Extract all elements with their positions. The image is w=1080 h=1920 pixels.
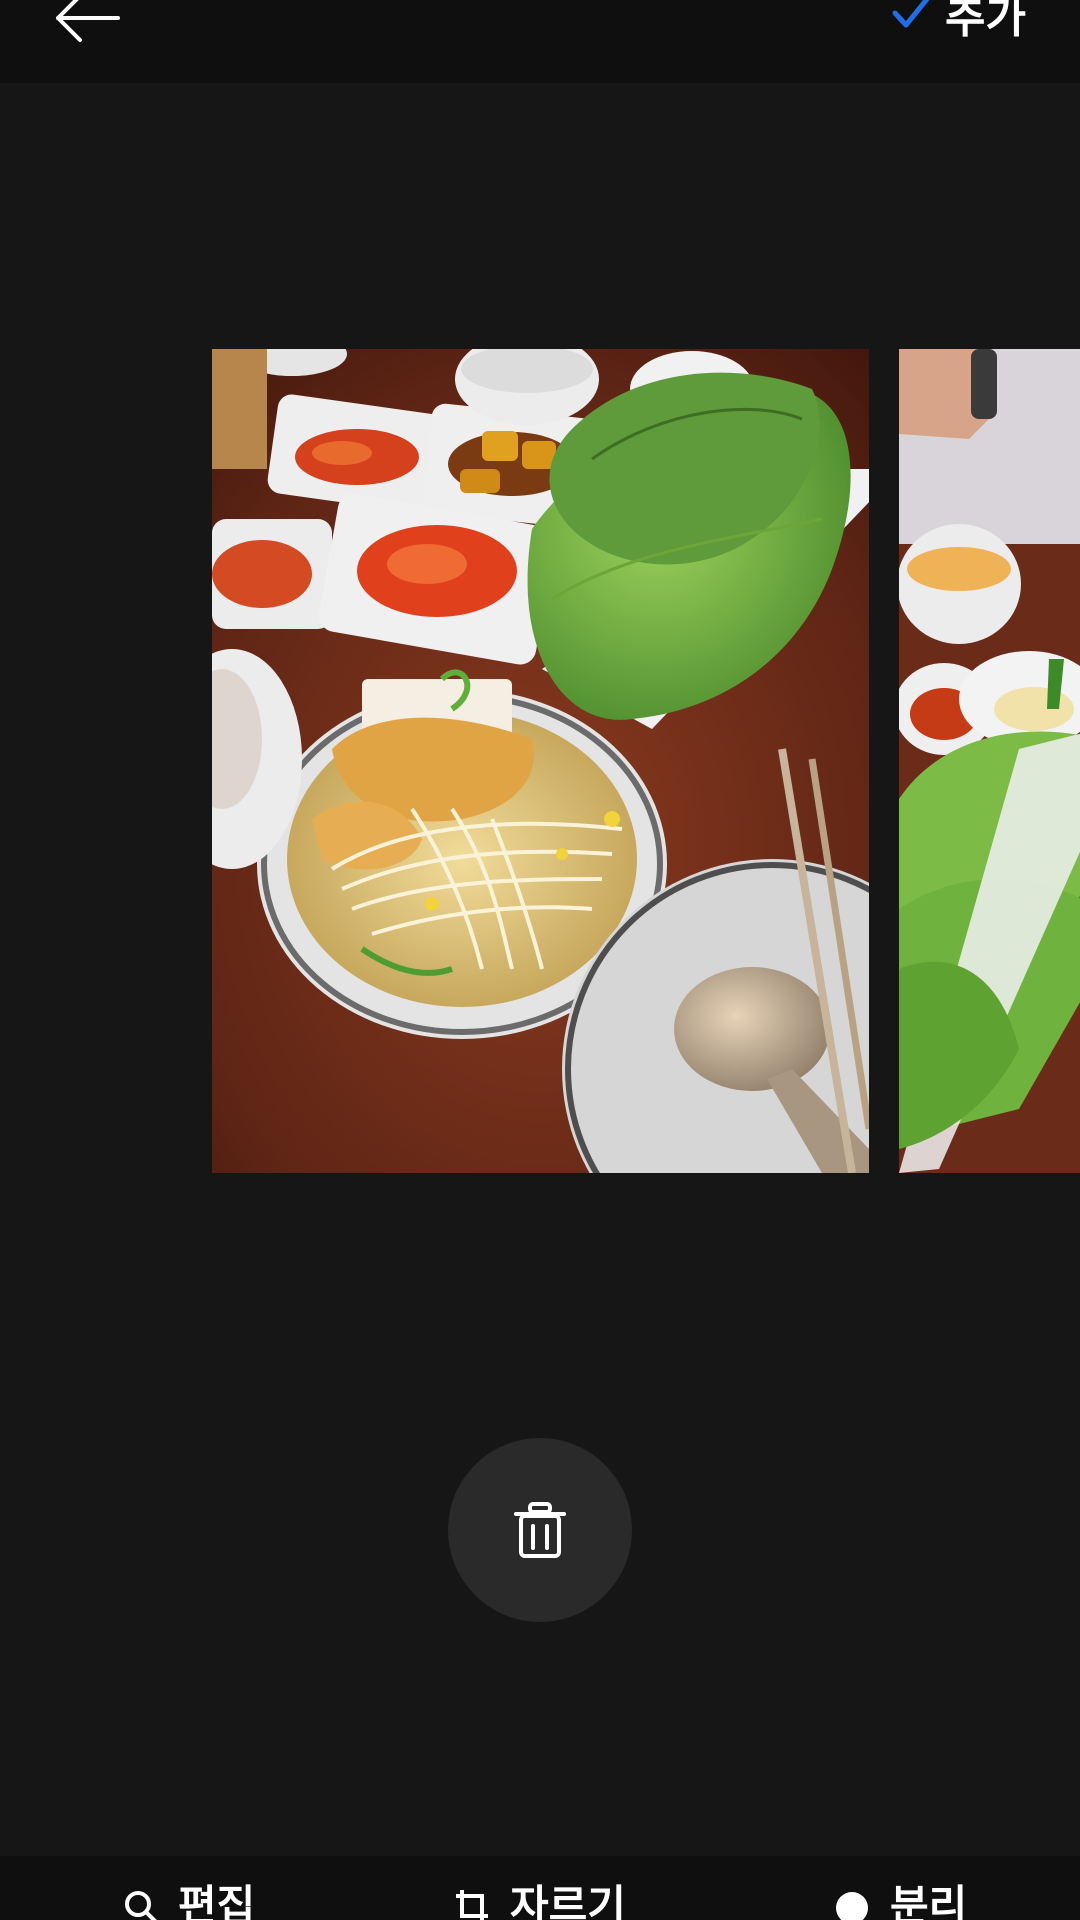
edit-button[interactable]: 편집 (120, 1880, 255, 1920)
search-edit-icon (125, 1891, 157, 1920)
photo-thumbnail-next[interactable] (899, 349, 1080, 1173)
food-photo-next-image (899, 349, 1080, 1173)
photo-strip[interactable] (0, 349, 1080, 1173)
add-button[interactable]: 추가 (891, 0, 1026, 48)
add-label: 추가 (945, 0, 1026, 43)
split-icon (836, 1892, 868, 1920)
photo-thumbnail-selected[interactable] (212, 349, 869, 1173)
photo-editor-screen: 추가 편집 자르기 분리 (0, 0, 1080, 1920)
bottom-toolbar: 편집 자르기 분리 (0, 1856, 1080, 1920)
delete-button[interactable] (448, 1438, 632, 1622)
crop-button[interactable]: 자르기 (452, 1880, 626, 1920)
checkmark-icon (892, 0, 930, 28)
back-button[interactable] (50, 0, 130, 58)
edit-label: 편집 (178, 1881, 256, 1920)
top-bar: 추가 (0, 0, 1080, 83)
arrow-left-icon (56, 0, 120, 42)
trash-icon (514, 1502, 566, 1558)
crop-label: 자르기 (510, 1881, 626, 1920)
food-photo-image (212, 349, 869, 1173)
crop-icon (456, 1890, 488, 1920)
split-label: 분리 (890, 1881, 968, 1920)
split-button[interactable]: 분리 (832, 1880, 967, 1920)
